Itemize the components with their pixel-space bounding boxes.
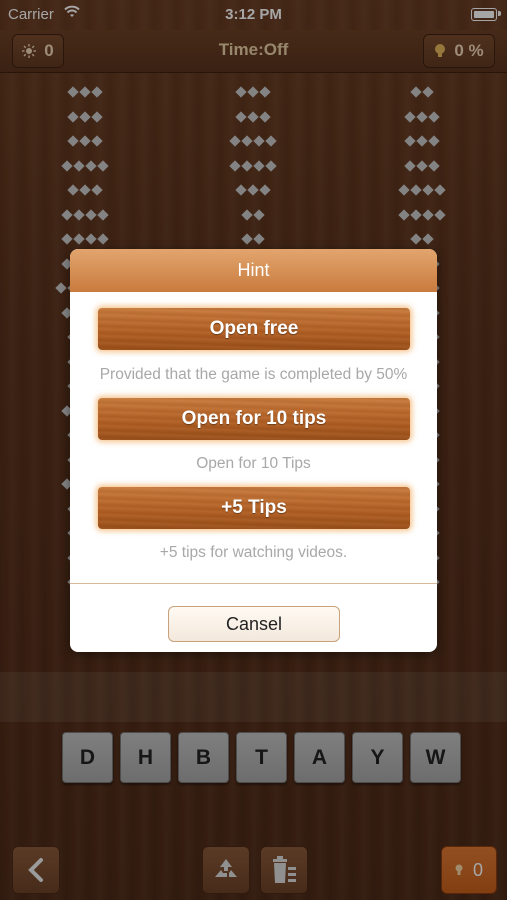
plus-tips-button[interactable]: +5 Tips	[98, 487, 410, 529]
open-free-description: Provided that the game is completed by 5…	[99, 366, 408, 383]
open-for-tips-description: Open for 10 Tips	[196, 455, 311, 472]
hint-dialog: Hint Open free Provided that the game is…	[70, 249, 437, 652]
open-free-button[interactable]: Open free	[98, 308, 410, 350]
dialog-title: Hint	[70, 249, 437, 292]
plus-tips-description: +5 tips for watching videos.	[159, 544, 348, 561]
dialog-divider	[70, 583, 437, 584]
cancel-button[interactable]: Cansel	[168, 606, 340, 642]
open-for-tips-button[interactable]: Open for 10 tips	[98, 398, 410, 440]
